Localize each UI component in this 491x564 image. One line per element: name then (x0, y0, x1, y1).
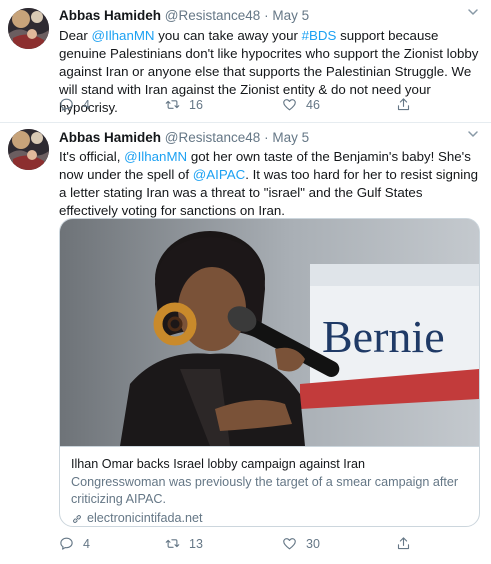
avatar-image (8, 129, 49, 170)
reply-button[interactable]: 4 (59, 536, 90, 551)
tweet-date[interactable]: May 5 (272, 8, 309, 23)
tweet[interactable]: Abbas Hamideh @Resistance48 · May 5 Dear… (0, 0, 491, 123)
like-count: 30 (306, 536, 320, 551)
author-handle[interactable]: @Resistance48 (165, 130, 261, 145)
retweet-icon (165, 539, 180, 548)
tweet-header: Abbas Hamideh @Resistance48 · May 5 (59, 129, 481, 146)
card-image[interactable]: Bernie (60, 219, 479, 446)
card-description: Congresswoman was previously the target … (71, 475, 459, 506)
card-domain-text: electronicintifada.net (87, 511, 203, 525)
separator: · (264, 130, 269, 145)
share-icon (397, 98, 410, 111)
mention-link[interactable]: @IlhanMN (124, 149, 187, 164)
like-count: 46 (306, 97, 320, 112)
tweet-text-segment: Dear (59, 28, 92, 43)
tweet-actions: 4 13 30 (59, 536, 479, 554)
reply-count: 4 (83, 536, 90, 551)
reply-button[interactable]: 4 (59, 97, 90, 112)
avatar[interactable] (8, 8, 49, 49)
tweet-actions: 4 16 46 (59, 97, 479, 115)
card-domain[interactable]: electronicintifada.net (71, 510, 468, 526)
mention-link[interactable]: @AIPAC (193, 167, 245, 182)
tweet-date[interactable]: May 5 (272, 130, 309, 145)
link-card[interactable]: Bernie Ilhan Omar backs Israel lobby cam… (59, 218, 480, 527)
avatar-image (8, 8, 49, 49)
share-button[interactable] (396, 97, 420, 112)
retweet-count: 13 (189, 536, 203, 551)
author-handle[interactable]: @Resistance48 (165, 8, 261, 23)
hashtag-link[interactable]: #BDS (302, 28, 337, 43)
caret-down-icon[interactable] (467, 128, 479, 145)
tweet-text-segment: It's official, (59, 149, 125, 164)
share-button[interactable] (396, 536, 420, 551)
link-icon (73, 514, 81, 523)
mention-link[interactable]: @IlhanMN (92, 28, 155, 43)
reply-icon (60, 98, 73, 111)
separator: · (264, 8, 269, 23)
tweet[interactable]: Abbas Hamideh @Resistance48 · May 5 It's… (0, 123, 491, 564)
like-icon (283, 99, 296, 111)
like-button[interactable]: 30 (282, 536, 320, 551)
card-meta[interactable]: Ilhan Omar backs Israel lobby campaign a… (60, 446, 479, 526)
retweet-button[interactable]: 16 (165, 97, 203, 112)
avatar[interactable] (8, 129, 49, 170)
like-icon (283, 538, 296, 550)
tweet-text: It's official, @IlhanMN got her own tast… (59, 148, 479, 220)
caret-down-icon[interactable] (467, 6, 479, 23)
share-icon (397, 537, 410, 550)
retweet-button[interactable]: 13 (165, 536, 203, 551)
reply-count: 4 (83, 97, 90, 112)
reply-icon (60, 537, 73, 550)
card-photo: Bernie (60, 219, 479, 446)
like-button[interactable]: 46 (282, 97, 320, 112)
card-title[interactable]: Ilhan Omar backs Israel lobby campaign a… (71, 456, 468, 473)
sign-text: Bernie (322, 311, 445, 362)
retweet-count: 16 (189, 97, 203, 112)
tweet-text-segment: you can take away your (154, 28, 302, 43)
retweet-icon (165, 100, 180, 109)
author-name[interactable]: Abbas Hamideh (59, 8, 161, 23)
tweet-header: Abbas Hamideh @Resistance48 · May 5 (59, 7, 481, 24)
author-name[interactable]: Abbas Hamideh (59, 130, 161, 145)
